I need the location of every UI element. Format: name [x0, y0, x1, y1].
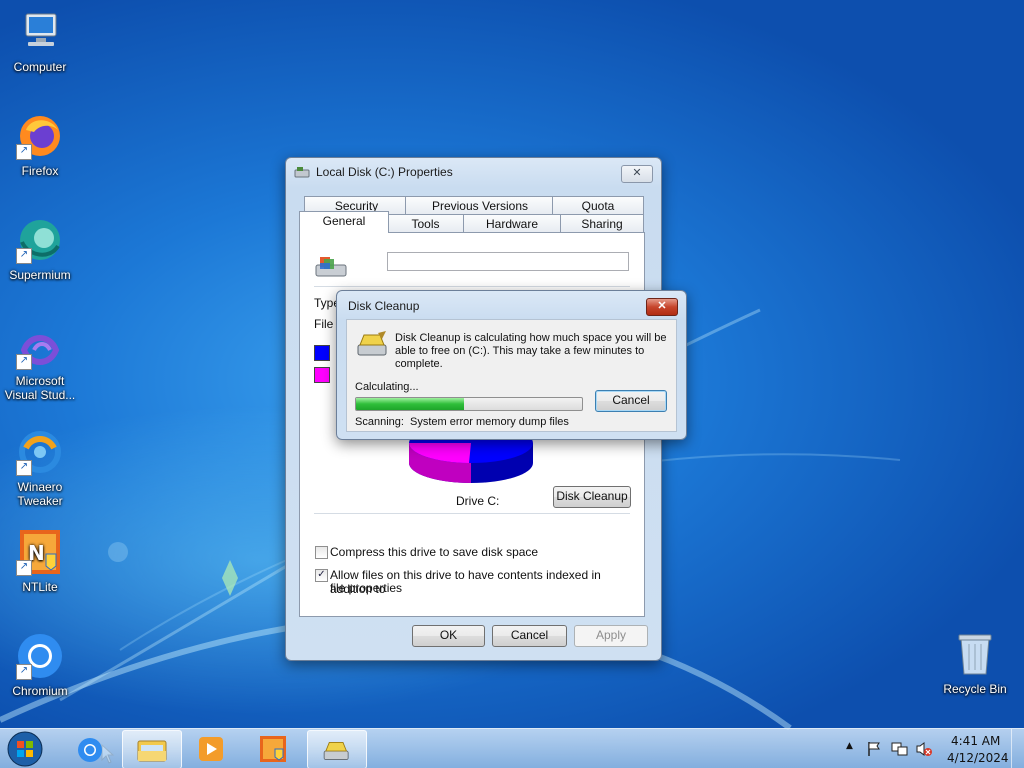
action-center-flag-icon[interactable]: [866, 741, 882, 757]
recycle-bin-icon: [951, 630, 999, 678]
desktop-icon-label: Chromium: [12, 684, 68, 698]
free-space-swatch: [314, 367, 330, 383]
desktop-icon-computer[interactable]: Computer: [2, 8, 78, 74]
drive-name-field[interactable]: [387, 252, 629, 271]
scanning-item: System error memory dump files: [410, 416, 569, 428]
ok-button[interactable]: OK: [412, 625, 485, 647]
shortcut-arrow-icon: ↗: [16, 248, 32, 264]
taskbar-disk-cleanup[interactable]: [307, 730, 367, 768]
windows-orb-icon: [7, 731, 43, 767]
divider: [314, 513, 630, 514]
desktop-icon-label: Supermium: [9, 268, 71, 282]
shortcut-arrow-icon: ↗: [16, 354, 32, 370]
desktop-icon-chromium[interactable]: ↗ Chromium: [2, 632, 78, 698]
index-label-line2: file properties: [330, 581, 403, 595]
winaero-tweaker-icon: ↗: [16, 428, 64, 476]
cleanup-title: Disk Cleanup: [348, 299, 420, 313]
tab-sharing[interactable]: Sharing: [560, 214, 644, 233]
divider: [314, 286, 630, 287]
tab-quota[interactable]: Quota: [552, 196, 644, 215]
taskbar-ntlite[interactable]: [244, 730, 302, 767]
shortcut-arrow-icon: ↗: [16, 560, 32, 576]
desktop-icon-label: Winaero Tweaker: [17, 480, 63, 508]
used-space-swatch: [314, 345, 330, 361]
cleanup-message-line1: Disk Cleanup is calculating how much spa…: [395, 332, 667, 344]
disk-cleanup-icon: [323, 742, 349, 760]
scanning-label: Scanning:: [355, 416, 404, 428]
calculating-label: Calculating...: [355, 381, 419, 393]
disk-cleanup-icon: [357, 331, 387, 356]
cleanup-body: Disk Cleanup is calculating how much spa…: [346, 319, 677, 432]
tab-tools[interactable]: Tools: [386, 214, 465, 233]
taskbar-explorer[interactable]: [122, 730, 182, 768]
chromium-icon: ↗: [16, 632, 64, 680]
properties-close-button[interactable]: ✕: [621, 165, 653, 183]
computer-icon: [16, 8, 64, 56]
disk-cleanup-button[interactable]: Disk Cleanup: [553, 486, 631, 508]
properties-title: Local Disk (C:) Properties: [316, 165, 453, 179]
desktop-icon-label: Firefox: [21, 164, 59, 178]
start-button[interactable]: [5, 730, 45, 768]
tab-previous-versions[interactable]: Previous Versions: [405, 196, 555, 215]
cleanup-close-button[interactable]: ✕: [646, 298, 678, 316]
properties-titlebar[interactable]: Local Disk (C:) Properties: [286, 158, 661, 186]
cleanup-message-line2: able to free on (C:). This may take a fe…: [395, 345, 645, 357]
desktop-icon-label: NTLite: [22, 580, 58, 594]
folder-icon: [137, 740, 167, 762]
cleanup-message-line3: complete.: [395, 358, 443, 370]
cancel-button[interactable]: Cancel: [492, 625, 567, 647]
drive-large-icon: [315, 257, 347, 277]
capacity-marker: [324, 403, 334, 413]
desktop-icon-firefox[interactable]: ↗ Firefox: [2, 112, 78, 178]
cleanup-cancel-button[interactable]: Cancel: [595, 390, 667, 412]
cleanup-titlebar[interactable]: Disk Cleanup: [337, 291, 686, 321]
compress-label: Compress this drive to save disk space: [330, 545, 539, 559]
taskbar-media-player[interactable]: [182, 730, 240, 767]
supermium-icon: ↗: [16, 216, 64, 264]
media-player-icon: [199, 737, 223, 761]
clock-date[interactable]: 4/12/2024: [947, 751, 1009, 765]
desktop-icon-label: Recycle Bin: [943, 682, 1007, 696]
drive-label: Drive C:: [456, 494, 500, 508]
desktop-icon-winaero-tweaker[interactable]: ↗ Winaero Tweaker: [2, 428, 78, 508]
taskbar-chromium[interactable]: [62, 730, 120, 767]
taskbar: ▲ 4:41 AM 4/12/2024: [0, 728, 1024, 768]
drive-icon: [294, 167, 310, 178]
tab-general[interactable]: General: [299, 211, 389, 233]
ntlite-icon: N ↗: [16, 528, 64, 576]
apply-button[interactable]: Apply: [574, 625, 648, 647]
volume-muted-icon[interactable]: [915, 741, 933, 757]
chromium-icon: [78, 738, 102, 762]
desktop-icon-ntlite[interactable]: N ↗ NTLite: [2, 528, 78, 594]
show-hidden-icons-button[interactable]: ▲: [846, 741, 853, 751]
progress-bar: [355, 397, 583, 411]
show-desktop-button[interactable]: [1011, 729, 1024, 768]
desktop-icon-supermium[interactable]: ↗ Supermium: [2, 216, 78, 282]
shortcut-arrow-icon: ↗: [16, 460, 32, 476]
shortcut-arrow-icon: ↗: [16, 664, 32, 680]
tab-hardware[interactable]: Hardware: [463, 214, 561, 233]
shortcut-arrow-icon: ↗: [16, 144, 32, 160]
clock-time[interactable]: 4:41 AM: [951, 734, 1000, 748]
visual-studio-icon: ↗: [16, 330, 64, 370]
network-icon[interactable]: [891, 741, 909, 757]
desktop-icon-recycle-bin[interactable]: Recycle Bin: [936, 630, 1014, 696]
index-checkbox[interactable]: ✓: [315, 569, 328, 582]
ntlite-icon: [260, 736, 286, 762]
compress-checkbox[interactable]: [315, 546, 328, 559]
disk-cleanup-dialog: Disk Cleanup ✕ Disk Cleanup is calculati…: [336, 290, 687, 440]
desktop-icon-visual-studio[interactable]: ↗ Microsoft Visual Stud...: [0, 330, 80, 402]
desktop-icon-label: Microsoft Visual Stud...: [4, 374, 76, 402]
progress-fill: [356, 398, 465, 410]
desktop-icon-label: Computer: [13, 60, 67, 74]
firefox-icon: ↗: [16, 112, 64, 160]
